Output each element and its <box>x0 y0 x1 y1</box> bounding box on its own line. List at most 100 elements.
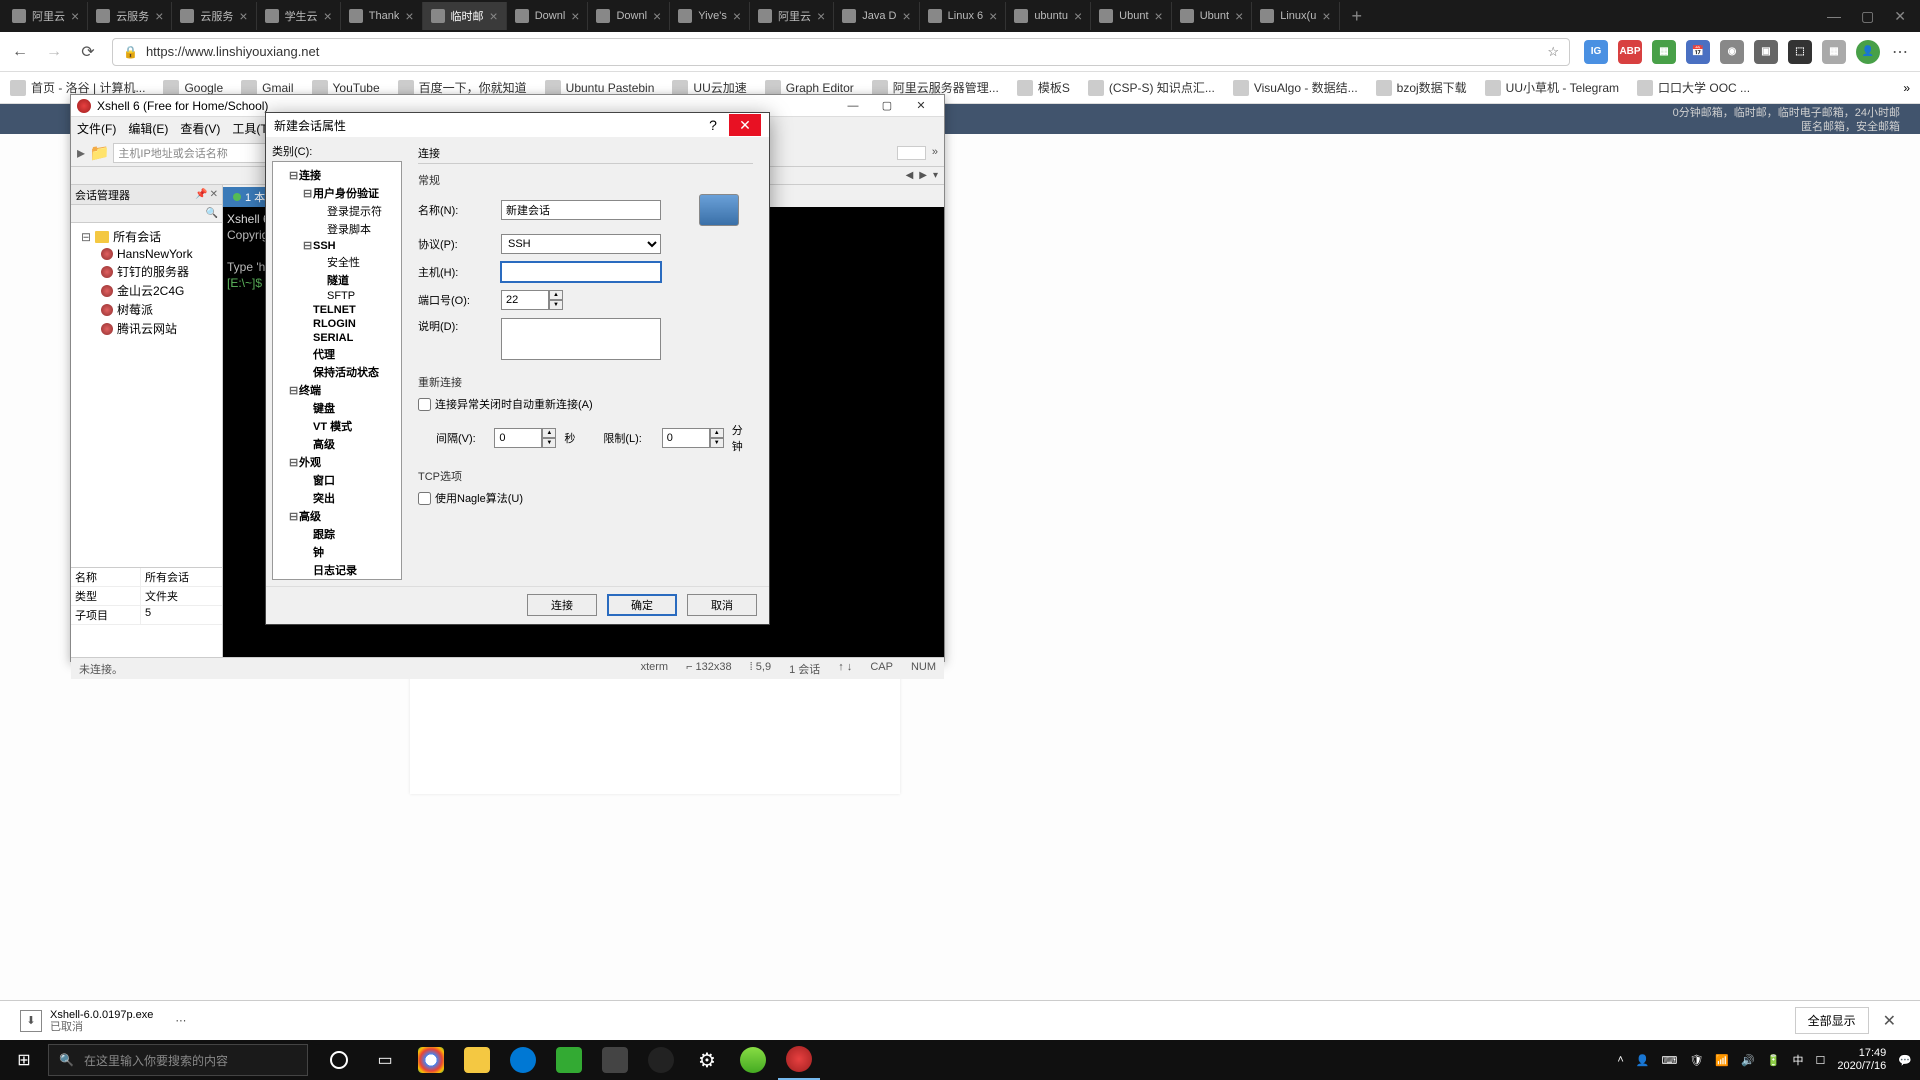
auto-reconnect-checkbox[interactable] <box>418 398 431 411</box>
profile-icon[interactable]: 👤 <box>1856 40 1880 64</box>
menu-item[interactable]: 文件(F) <box>77 120 116 137</box>
limit-input[interactable] <box>662 428 710 448</box>
browser-tab[interactable]: ubuntu× <box>1006 2 1091 30</box>
category-item[interactable]: ⊟用户身份验证 <box>275 184 399 202</box>
tray-notifications[interactable]: 💬 <box>1898 1054 1912 1067</box>
download-close-button[interactable]: ✕ <box>1869 1011 1910 1031</box>
download-menu[interactable]: ⋯ <box>163 1014 200 1027</box>
spin-up[interactable]: ▲ <box>549 290 563 300</box>
ext-icon-6[interactable]: ▣ <box>1754 40 1778 64</box>
tray-ime[interactable]: ⌨ <box>1662 1054 1678 1067</box>
tb-nav-right[interactable]: ▶ <box>919 170 927 181</box>
task-app2[interactable] <box>594 1040 636 1080</box>
interval-input[interactable] <box>494 428 542 448</box>
category-item[interactable]: ⊟外观 <box>275 453 399 471</box>
category-item[interactable]: ⊟连接 <box>275 166 399 184</box>
close-button[interactable]: ✕ <box>1894 8 1906 25</box>
desc-textarea[interactable] <box>501 318 661 360</box>
port-spinner[interactable]: ▲▼ <box>501 290 563 310</box>
category-item[interactable]: 日志记录 <box>275 561 399 579</box>
tray-net[interactable]: 🛡 <box>1689 1054 1703 1067</box>
ok-button[interactable]: 确定 <box>607 594 677 616</box>
address-bar[interactable]: 🔒 https://www.linshiyouxiang.net ☆ <box>112 38 1570 66</box>
interval-spinner[interactable]: ▲▼ <box>494 428 556 448</box>
browser-tab[interactable]: 云服务× <box>88 2 172 30</box>
browser-tab[interactable]: Thank× <box>341 2 423 30</box>
spin-down[interactable]: ▼ <box>549 300 563 310</box>
minimize-button[interactable]: — <box>1827 8 1841 25</box>
limit-spinner[interactable]: ▲▼ <box>662 428 724 448</box>
bookmark-item[interactable]: 模板S <box>1017 79 1070 96</box>
tb-nav-left[interactable]: ◀ <box>906 170 914 181</box>
tray-wifi[interactable]: 📶 <box>1715 1054 1729 1067</box>
category-item[interactable]: 高级 <box>275 435 399 453</box>
name-input[interactable] <box>501 200 661 220</box>
bookmark-item[interactable]: VisuAlgo - 数据结... <box>1233 79 1358 96</box>
browser-tab[interactable]: 学生云× <box>257 2 341 30</box>
browser-tab[interactable]: Ubunt× <box>1172 2 1253 30</box>
host-input[interactable] <box>501 262 661 282</box>
download-showall-button[interactable]: 全部显示 <box>1795 1007 1869 1034</box>
browser-tab[interactable]: Yive's× <box>670 2 750 30</box>
task-app1[interactable] <box>548 1040 590 1080</box>
task-app3[interactable] <box>732 1040 774 1080</box>
category-item[interactable]: ⊟SSH <box>275 238 399 253</box>
category-item[interactable]: 保持活动状态 <box>275 363 399 381</box>
session-item[interactable]: 腾讯云网站 <box>73 319 220 338</box>
dialog-help-button[interactable]: ? <box>697 114 729 136</box>
favorite-icon[interactable]: ☆ <box>1547 44 1559 60</box>
toolbar-folder-icon[interactable]: ▸ 📁 <box>77 143 109 163</box>
browser-tab[interactable]: Linux(u× <box>1252 2 1339 30</box>
ext-icon-abp[interactable]: ABP <box>1618 40 1642 64</box>
browser-tab[interactable]: 临时邮× <box>423 2 507 30</box>
menu-item[interactable]: 查看(V) <box>180 120 220 137</box>
task-settings[interactable]: ⚙ <box>686 1040 728 1080</box>
cancel-button[interactable]: 取消 <box>687 594 757 616</box>
browser-tab[interactable]: Linux 6× <box>920 2 1007 30</box>
category-item[interactable]: ⊟文件传输 <box>275 579 399 580</box>
category-item[interactable]: RLOGIN <box>275 317 399 331</box>
category-item[interactable]: ⊟高级 <box>275 507 399 525</box>
tray-battery[interactable]: 🔋 <box>1767 1054 1781 1067</box>
category-item[interactable]: 代理 <box>275 345 399 363</box>
bookmarks-overflow[interactable]: » <box>1903 81 1910 95</box>
category-item[interactable]: 登录提示符 <box>275 202 399 220</box>
browser-tab[interactable]: 阿里云× <box>4 2 88 30</box>
ext-icon-8[interactable]: ▦ <box>1822 40 1846 64</box>
dialog-titlebar[interactable]: 新建会话属性 ? ✕ <box>266 113 769 137</box>
session-search-icon[interactable]: 🔍 <box>206 208 218 219</box>
protocol-select[interactable]: SSH <box>501 234 661 254</box>
browser-tab[interactable]: Java D× <box>834 2 919 30</box>
dialog-close-button[interactable]: ✕ <box>729 114 761 136</box>
category-item[interactable]: 窗口 <box>275 471 399 489</box>
category-item[interactable]: 跟踪 <box>275 525 399 543</box>
menu-item[interactable]: 编辑(E) <box>128 120 168 137</box>
tray-clock[interactable]: 17:492020/7/16 <box>1837 1047 1886 1073</box>
task-view[interactable]: ▭ <box>364 1040 406 1080</box>
category-item[interactable]: SERIAL <box>275 331 399 345</box>
category-item[interactable]: 键盘 <box>275 399 399 417</box>
taskbar-search[interactable]: 🔍 在这里输入你要搜索的内容 <box>48 1044 308 1076</box>
category-tree[interactable]: ⊟连接⊟用户身份验证登录提示符登录脚本⊟SSH安全性隧道SFTPTELNETRL… <box>272 161 402 580</box>
xshell-minimize[interactable]: — <box>836 96 870 116</box>
menu-button[interactable]: ⋯ <box>1890 42 1910 62</box>
tray-volume[interactable]: 🔊 <box>1741 1054 1755 1067</box>
session-tree[interactable]: ⊟ 所有会话 HansNewYork钉钉的服务器金山云2C4G树莓派腾讯云网站 <box>71 223 222 567</box>
tb-expand[interactable]: ▾ <box>933 170 938 181</box>
category-item[interactable]: 隧道 <box>275 271 399 289</box>
category-item[interactable]: TELNET <box>275 303 399 317</box>
port-input[interactable] <box>501 290 549 310</box>
category-item[interactable]: 突出 <box>275 489 399 507</box>
browser-tab[interactable]: 阿里云× <box>750 2 834 30</box>
session-item[interactable]: 树莓派 <box>73 300 220 319</box>
category-item[interactable]: SFTP <box>275 289 399 303</box>
xshell-close[interactable]: ✕ <box>904 96 938 116</box>
bookmark-item[interactable]: UU小草机 - Telegram <box>1485 79 1619 96</box>
start-button[interactable]: ⊞ <box>0 1040 48 1080</box>
category-item[interactable]: VT 模式 <box>275 417 399 435</box>
new-tab-button[interactable]: + <box>1342 6 1373 27</box>
category-item[interactable]: 安全性 <box>275 253 399 271</box>
forward-button[interactable]: → <box>44 43 64 61</box>
task-obs[interactable] <box>640 1040 682 1080</box>
panel-close-icon[interactable]: ✕ <box>210 189 218 200</box>
